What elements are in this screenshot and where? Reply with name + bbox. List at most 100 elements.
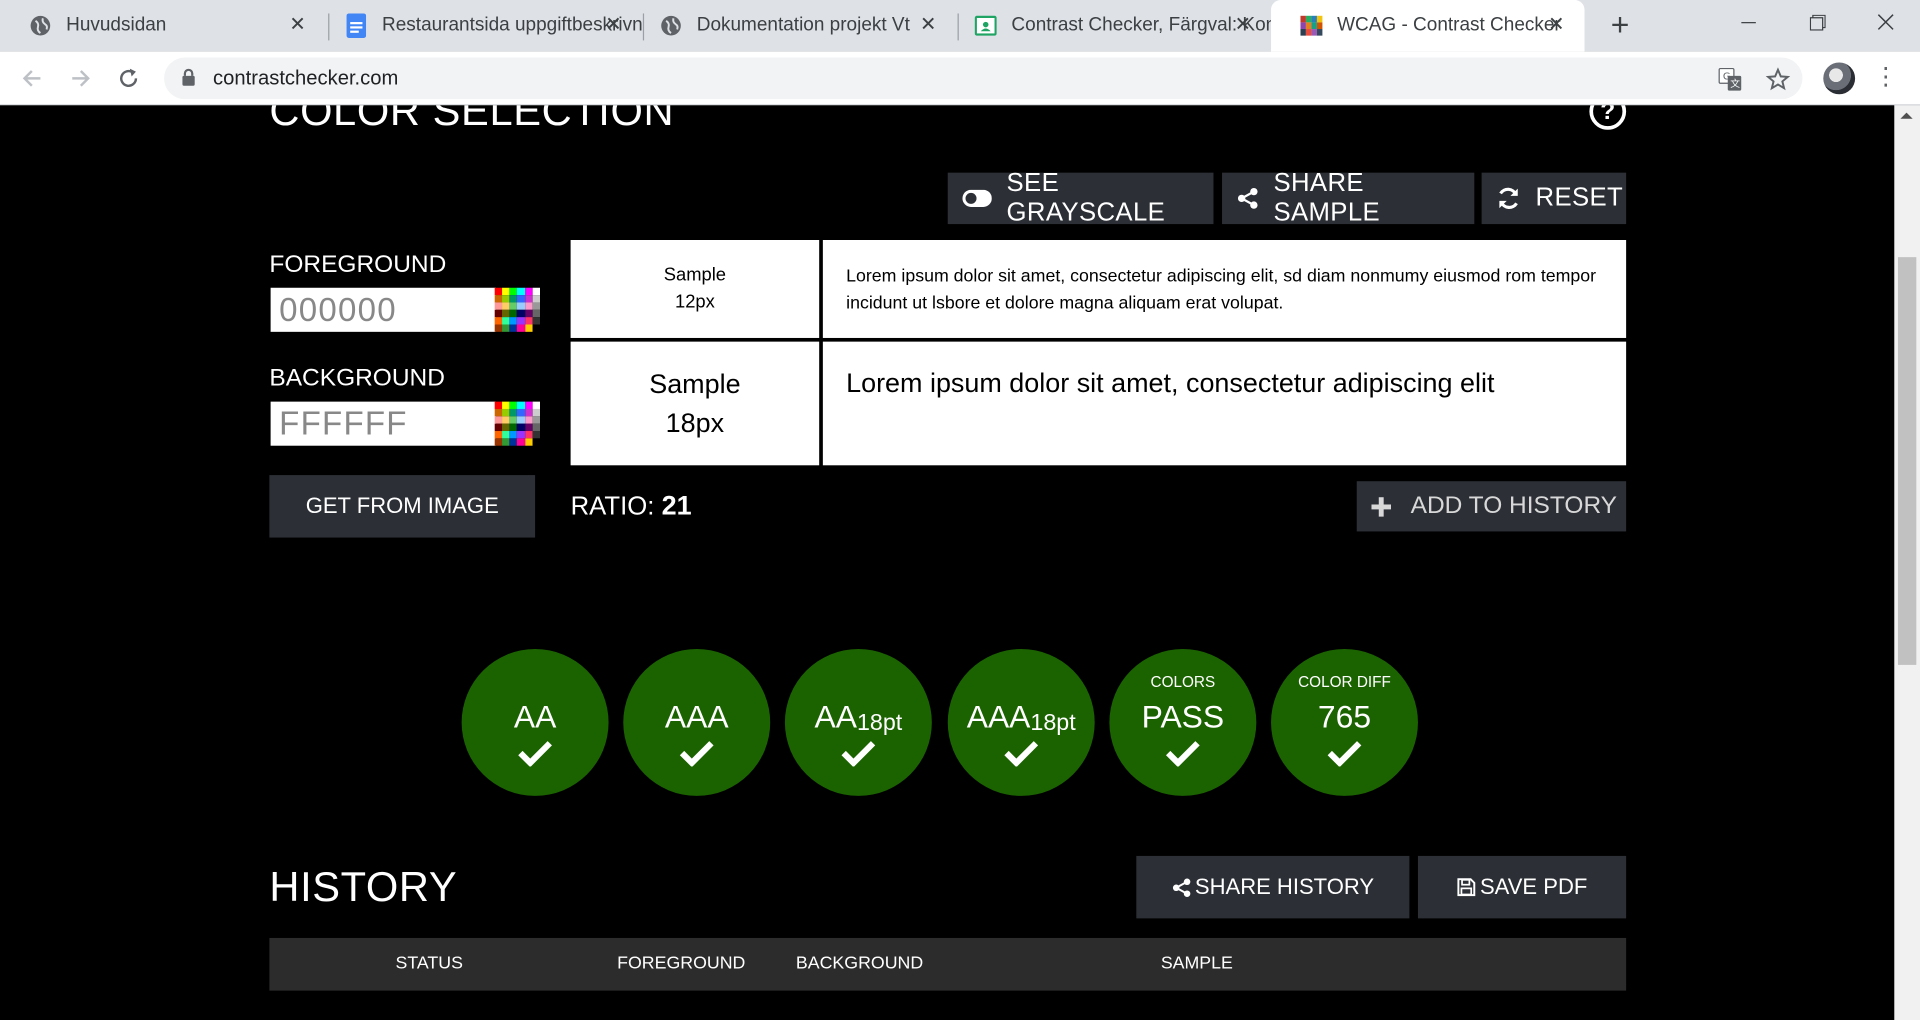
add-to-history-label: ADD TO HISTORY	[1410, 492, 1618, 520]
section-title: COLOR SELECTION	[269, 105, 675, 135]
toolbar: contrastchecker.com G文	[0, 51, 1920, 106]
globe-icon	[660, 15, 682, 37]
close-tab-icon[interactable]: ✕	[917, 15, 939, 37]
column-header-sample: SAMPLE	[1160, 953, 1233, 974]
profile-avatar[interactable]	[1823, 62, 1856, 95]
page-content: COLOR SELECTION ? SEE GRAYSCALE SHARE SA…	[0, 105, 1895, 1020]
reload-icon[interactable]	[111, 61, 145, 95]
ratio-label: RATIO:	[570, 492, 655, 521]
badge-sub-text: 18pt	[856, 710, 903, 736]
sample-18px-label-line2: 18px	[665, 407, 725, 438]
check-icon	[517, 740, 554, 773]
sample-18px-label-line1: Sample	[649, 367, 741, 399]
browser-window: Huvudsidan ✕ Restaurantsida uppgiftbeskr…	[0, 0, 1920, 1020]
lock-icon	[181, 68, 196, 93]
badge-aaa: AAA	[623, 648, 771, 796]
get-from-image-label: GET FROM IMAGE	[305, 493, 499, 518]
column-header-background: BACKGROUND	[795, 953, 924, 974]
forward-icon[interactable]	[64, 61, 98, 95]
plus-icon	[1371, 496, 1392, 517]
sample-12px-text: Lorem ipsum dolor sit amet, consectetur …	[846, 266, 1597, 314]
save-icon	[1456, 878, 1475, 897]
check-icon	[840, 740, 877, 773]
page-scrollbar[interactable]	[1894, 105, 1920, 1020]
badge-main-text: AAA	[966, 697, 1031, 735]
column-header-foreground: FOREGROUND	[617, 953, 746, 974]
contrast-ratio: RATIO: 21	[571, 490, 692, 522]
close-tab-icon[interactable]: ✕	[1232, 15, 1254, 37]
save-pdf-button[interactable]: SAVE PDF	[1417, 855, 1627, 919]
back-icon[interactable]	[15, 61, 49, 95]
reset-label: RESET	[1535, 183, 1624, 212]
tab-contrast-checker-fargval[interactable]: Contrast Checker, Färgval: Kontrast ✕	[945, 0, 1271, 51]
contrastchecker-favicon	[1300, 15, 1323, 37]
badge-aa: AA	[461, 648, 609, 796]
background-input[interactable]	[270, 401, 496, 446]
badge-main: AAA	[664, 697, 729, 735]
share-history-button[interactable]: SHARE HISTORY	[1136, 855, 1410, 919]
scroll-up-arrow-icon[interactable]	[1900, 112, 1913, 119]
sample-18px-label: Sample 18px	[570, 341, 820, 466]
badge-main: AAA18pt	[948, 698, 1095, 737]
tab-wcag-contrast-checker[interactable]: WCAG - Contrast Checker ✕	[1271, 0, 1585, 52]
scrollbar-thumb[interactable]	[1897, 257, 1917, 665]
see-grayscale-label: SEE GRAYSCALE	[1006, 168, 1166, 227]
ratio-value: 21	[661, 489, 692, 521]
tab-huvudsidan[interactable]: Huvudsidan ✕	[0, 0, 326, 51]
history-table-header: STATUS FOREGROUND BACKGROUND SAMPLE	[269, 937, 1627, 991]
background-picker-icon[interactable]	[494, 401, 540, 446]
menu-kebab-icon[interactable]: ⋮	[1873, 64, 1897, 93]
save-pdf-label: SAVE PDF	[1479, 874, 1588, 899]
badge-sub-text: 18pt	[1030, 710, 1076, 736]
sample-12px-box: Lorem ipsum dolor sit amet, consectetur …	[822, 240, 1627, 338]
badge-aaa-18pt: AAA18pt	[947, 648, 1095, 796]
help-icon[interactable]: ?	[1589, 105, 1627, 130]
sample-12px-label-line1: Sample	[663, 264, 727, 286]
sample-12px-label: Sample 12px	[570, 240, 820, 338]
address-bar[interactable]: contrastchecker.com G文	[164, 57, 1803, 100]
close-tab-icon[interactable]: ✕	[287, 15, 309, 37]
badge-aa-18pt: AA18pt	[784, 648, 932, 796]
tab-dokumentation[interactable]: Dokumentation projekt Vt ✕	[631, 0, 957, 51]
reset-button[interactable]: RESET	[1481, 172, 1627, 225]
see-grayscale-button[interactable]: SEE GRAYSCALE	[947, 169, 1214, 227]
minimize-icon[interactable]	[1714, 0, 1783, 44]
globe-icon	[29, 15, 51, 37]
close-tab-icon[interactable]: ✕	[1545, 15, 1567, 37]
badge-main: 765	[1317, 697, 1372, 735]
badge-main: AA18pt	[785, 698, 932, 737]
get-from-image-button[interactable]: GET FROM IMAGE	[269, 475, 536, 538]
check-icon	[1326, 740, 1363, 773]
url-text: contrastchecker.com	[213, 67, 399, 90]
toggle-icon	[962, 189, 992, 207]
check-icon	[1164, 740, 1201, 773]
translate-icon[interactable]: G文	[1716, 65, 1745, 94]
close-window-icon[interactable]	[1851, 0, 1920, 44]
check-icon	[1003, 740, 1040, 773]
refresh-icon	[1496, 186, 1520, 210]
bookmark-star-icon[interactable]	[1763, 65, 1792, 94]
background-label: BACKGROUND	[269, 364, 445, 392]
new-tab-button[interactable]: +	[1604, 9, 1636, 42]
foreground-input[interactable]	[270, 287, 496, 332]
add-to-history-button[interactable]: ADD TO HISTORY	[1356, 481, 1627, 532]
restore-icon[interactable]	[1783, 0, 1852, 44]
tab-strip: Huvudsidan ✕ Restaurantsida uppgiftbeskr…	[0, 0, 1920, 52]
share-sample-button[interactable]: SHARE SAMPLE	[1222, 169, 1475, 227]
badge-color-diff: COLOR DIFF 765	[1271, 648, 1418, 796]
tab-restaurantsida[interactable]: Restaurantsida uppgiftbeskrivning ✕	[316, 0, 642, 51]
close-tab-icon[interactable]: ✕	[602, 15, 624, 37]
share-history-label: SHARE HISTORY	[1194, 874, 1375, 899]
badge-caption: COLORS	[1150, 673, 1216, 691]
badge-main-text: AA	[814, 697, 857, 735]
foreground-picker-icon[interactable]	[494, 287, 540, 332]
badge-caption: COLOR DIFF	[1298, 673, 1391, 691]
badge-main: AA	[513, 697, 557, 735]
check-icon	[678, 740, 715, 773]
google-docs-icon	[345, 13, 367, 38]
share-icon	[1172, 877, 1192, 897]
classroom-icon	[974, 15, 997, 37]
sample-18px-box: Lorem ipsum dolor sit amet, consectetur …	[822, 341, 1627, 466]
column-header-status: STATUS	[395, 953, 463, 974]
history-title: HISTORY	[269, 864, 458, 912]
